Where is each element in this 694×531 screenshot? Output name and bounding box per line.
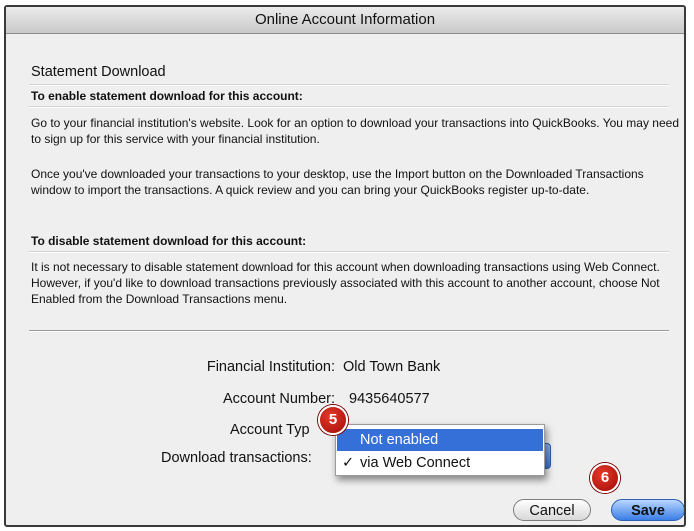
disable-heading: To disable statement download for this a… bbox=[31, 234, 307, 248]
download-transactions-label: Download transactions: bbox=[161, 450, 312, 466]
checkmark-icon: ✓ bbox=[342, 455, 355, 471]
enable-heading: To enable statement download for this ac… bbox=[31, 89, 303, 103]
menu-item-label: via Web Connect bbox=[360, 455, 471, 471]
dialog-window: Online Account Information Statement Dow… bbox=[4, 5, 686, 527]
menu-item-not-enabled[interactable]: Not enabled bbox=[337, 429, 543, 451]
save-button[interactable]: Save bbox=[611, 499, 684, 521]
section-title: Statement Download bbox=[31, 64, 166, 80]
divider bbox=[29, 106, 669, 108]
disable-paragraph: It is not necessary to disable statement… bbox=[31, 260, 660, 306]
institution-value: Old Town Bank bbox=[343, 359, 441, 375]
menu-item-label: Not enabled bbox=[360, 432, 439, 448]
section-separator bbox=[29, 330, 669, 332]
account-number-value: 9435640577 bbox=[349, 391, 430, 407]
divider bbox=[29, 251, 669, 253]
step-5-badge: 5 bbox=[318, 405, 348, 435]
institution-label: Financial Institution: bbox=[206, 359, 335, 375]
account-number-label: Account Number: bbox=[222, 391, 335, 407]
cancel-button[interactable]: Cancel bbox=[513, 499, 591, 521]
download-transactions-menu: Not enabled ✓ via Web Connect bbox=[335, 424, 545, 476]
enable-paragraph-2: Once you've downloaded your transactions… bbox=[31, 167, 644, 197]
enable-paragraph-1: Go to your financial institution's websi… bbox=[31, 116, 680, 146]
account-type-label: Account Typ bbox=[230, 422, 310, 438]
menu-item-web-connect[interactable]: ✓ via Web Connect bbox=[337, 452, 543, 474]
divider bbox=[29, 84, 669, 86]
window-title: Online Account Information bbox=[6, 7, 684, 34]
step-6-badge: 6 bbox=[590, 463, 620, 493]
